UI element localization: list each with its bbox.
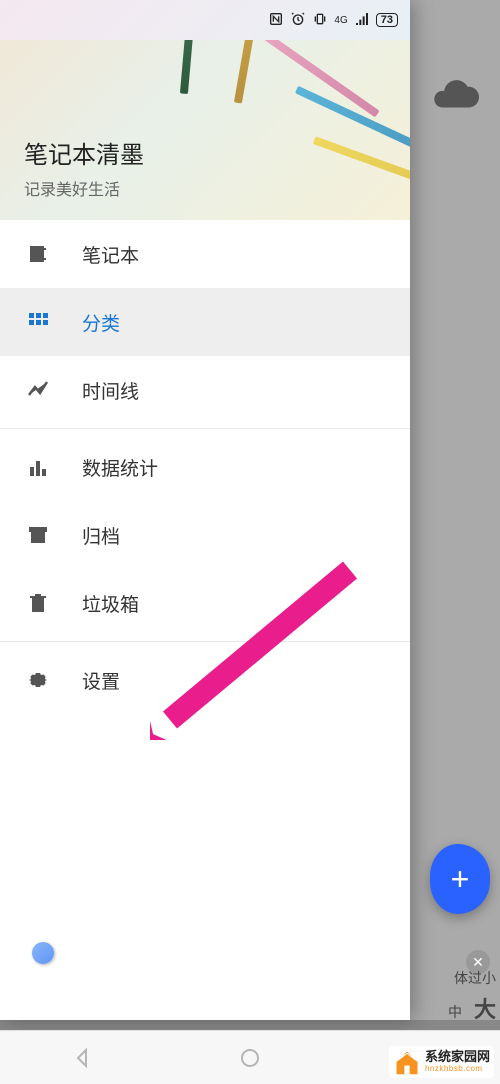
brand-watermark: 系统家园网 hnzkhbsb.com [389, 1046, 494, 1078]
watermark-dot [32, 942, 54, 964]
menu-item-category[interactable]: 分类 [0, 288, 410, 356]
vibrate-icon [312, 11, 328, 30]
divider [0, 428, 410, 429]
menu-label: 分类 [82, 309, 120, 336]
menu-item-archive[interactable]: 归档 [0, 501, 410, 569]
signal-bars-icon [354, 11, 370, 30]
notebook-icon [24, 240, 52, 268]
menu-item-notebook[interactable]: 笔记本 [0, 220, 410, 288]
menu-item-timeline[interactable]: 时间线 [0, 356, 410, 424]
divider [0, 641, 410, 642]
menu-label: 垃圾箱 [82, 590, 139, 617]
menu-label: 数据统计 [82, 454, 158, 481]
menu-group-1: 笔记本 分类 时间线 [0, 220, 410, 424]
cloud-icon [430, 70, 480, 120]
nfc-icon [268, 11, 284, 30]
menu-label: 笔记本 [82, 241, 139, 268]
signal-icon: 4G [334, 15, 347, 26]
house-icon [393, 1048, 421, 1076]
fab-add-button[interactable]: + [430, 844, 490, 914]
drawer-header: 笔记本清墨 记录美好生活 [0, 40, 410, 220]
brand-name: 系统家园网 [425, 1050, 490, 1064]
archive-icon [24, 521, 52, 549]
alarm-icon [290, 11, 306, 30]
brand-url: hnzkhbsb.com [425, 1065, 490, 1074]
menu-label: 归档 [82, 522, 120, 549]
size-label: 体过小 [454, 968, 496, 988]
pencil-decoration [260, 40, 379, 117]
size-large[interactable]: 大 [474, 992, 496, 1024]
stats-icon [24, 453, 52, 481]
menu-item-settings[interactable]: 设置 [0, 646, 410, 714]
plus-icon: + [451, 861, 470, 898]
menu-group-2: 数据统计 归档 垃圾箱 [0, 433, 410, 637]
pencil-decoration [180, 40, 200, 94]
font-size-picker: 体过小 中 大 [448, 968, 496, 1024]
app-title: 笔记本清墨 [24, 135, 386, 170]
gear-icon [24, 666, 52, 694]
trash-icon [24, 589, 52, 617]
status-bar: 4G 73 [0, 0, 410, 40]
grid-icon [24, 308, 52, 336]
menu-item-stats[interactable]: 数据统计 [0, 433, 410, 501]
menu-label: 时间线 [82, 377, 139, 404]
app-subtitle: 记录美好生活 [24, 176, 386, 200]
menu-label: 设置 [82, 667, 120, 694]
navigation-drawer: 4G 73 笔记本清墨 记录美好生活 笔记本 分类 时间线 数据统计 [0, 0, 410, 1020]
battery-indicator: 73 [376, 13, 398, 27]
home-icon[interactable] [238, 1046, 262, 1070]
size-medium[interactable]: 中 [448, 1002, 462, 1022]
pencil-decoration [234, 40, 266, 104]
back-icon[interactable] [71, 1046, 95, 1070]
menu-item-trash[interactable]: 垃圾箱 [0, 569, 410, 637]
menu-group-3: 设置 [0, 646, 410, 714]
timeline-icon [24, 376, 52, 404]
